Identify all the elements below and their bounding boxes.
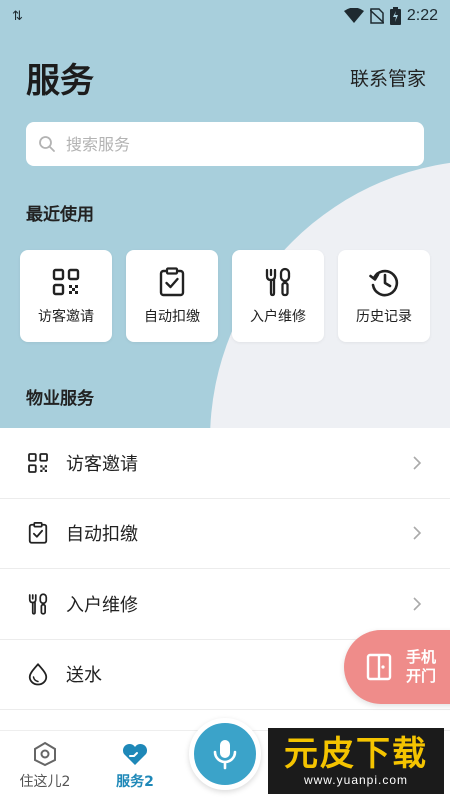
wifi-icon bbox=[343, 8, 364, 23]
voice-assistant-button[interactable] bbox=[189, 718, 261, 790]
clipboard-check-icon bbox=[159, 267, 185, 297]
repair-tools-icon bbox=[28, 593, 48, 615]
header: 服务 联系管家 bbox=[26, 54, 426, 101]
recent-item-label: 历史记录 bbox=[356, 309, 412, 325]
status-icons: 2:22 bbox=[343, 7, 438, 25]
nav-tab-services[interactable]: 服务2 bbox=[90, 731, 180, 800]
door-button-label: 手机开门 bbox=[406, 648, 437, 685]
service-item-label: 访客邀请 bbox=[66, 453, 138, 475]
status-time: 2:22 bbox=[406, 7, 438, 24]
service-item-auto-deduct[interactable]: 自动扣缴 bbox=[0, 499, 450, 569]
watermark-logo: 元皮下载 bbox=[284, 734, 428, 774]
service-item-visitor-invite[interactable]: 访客邀请 bbox=[0, 428, 450, 499]
chevron-right-icon bbox=[413, 526, 422, 540]
qr-code-icon bbox=[28, 452, 48, 473]
recent-item-visitor-invite[interactable]: 访客邀请 bbox=[20, 250, 112, 342]
no-sim-icon bbox=[369, 8, 384, 24]
service-item-label: 送水 bbox=[66, 665, 102, 687]
property-services-title: 物业服务 bbox=[26, 389, 94, 409]
recent-services: 访客邀请 自动扣缴 入户维修 历史记录 bbox=[20, 250, 430, 342]
water-drop-icon bbox=[28, 663, 48, 686]
recent-section-title: 最近使用 bbox=[26, 205, 94, 225]
watermark: 元皮下载 www.yuanpi.com bbox=[268, 728, 444, 794]
qr-code-icon bbox=[52, 268, 80, 296]
contact-manager-link[interactable]: 联系管家 bbox=[350, 64, 426, 91]
chevron-right-icon bbox=[413, 456, 422, 470]
recent-item-label: 自动扣缴 bbox=[144, 309, 200, 325]
home-icon bbox=[34, 741, 56, 767]
battery-charging-icon bbox=[389, 7, 401, 25]
clipboard-check-icon bbox=[28, 522, 48, 544]
service-item-label: 自动扣缴 bbox=[66, 524, 138, 546]
repair-tools-icon bbox=[265, 267, 291, 297]
nav-tab-label: 服务2 bbox=[116, 774, 154, 790]
nav-tab-label: 住这儿2 bbox=[19, 774, 71, 790]
search-icon bbox=[39, 136, 55, 152]
page-title: 服务 bbox=[26, 60, 94, 101]
door-icon bbox=[366, 653, 392, 681]
search-input[interactable] bbox=[66, 134, 386, 154]
mobile-door-open-button[interactable]: 手机开门 bbox=[344, 630, 450, 704]
recent-item-history[interactable]: 历史记录 bbox=[338, 250, 430, 342]
heart-hand-icon bbox=[122, 743, 148, 765]
search-bar[interactable] bbox=[26, 122, 424, 166]
service-item-home-repair[interactable]: 入户维修 bbox=[0, 569, 450, 640]
status-bar: ⇅ 2:22 bbox=[0, 0, 450, 32]
recent-item-home-repair[interactable]: 入户维修 bbox=[232, 250, 324, 342]
nav-tab-home[interactable]: 住这儿2 bbox=[0, 731, 90, 800]
history-icon bbox=[369, 269, 399, 297]
service-item-label: 入户维修 bbox=[66, 594, 138, 616]
microphone-icon bbox=[213, 740, 237, 770]
recent-item-label: 入户维修 bbox=[250, 309, 306, 325]
recent-item-auto-deduct[interactable]: 自动扣缴 bbox=[126, 250, 218, 342]
data-transfer-icon: ⇅ bbox=[12, 8, 23, 24]
recent-item-label: 访客邀请 bbox=[38, 309, 94, 325]
chevron-right-icon bbox=[413, 597, 422, 611]
watermark-url: www.yuanpi.com bbox=[303, 773, 409, 787]
